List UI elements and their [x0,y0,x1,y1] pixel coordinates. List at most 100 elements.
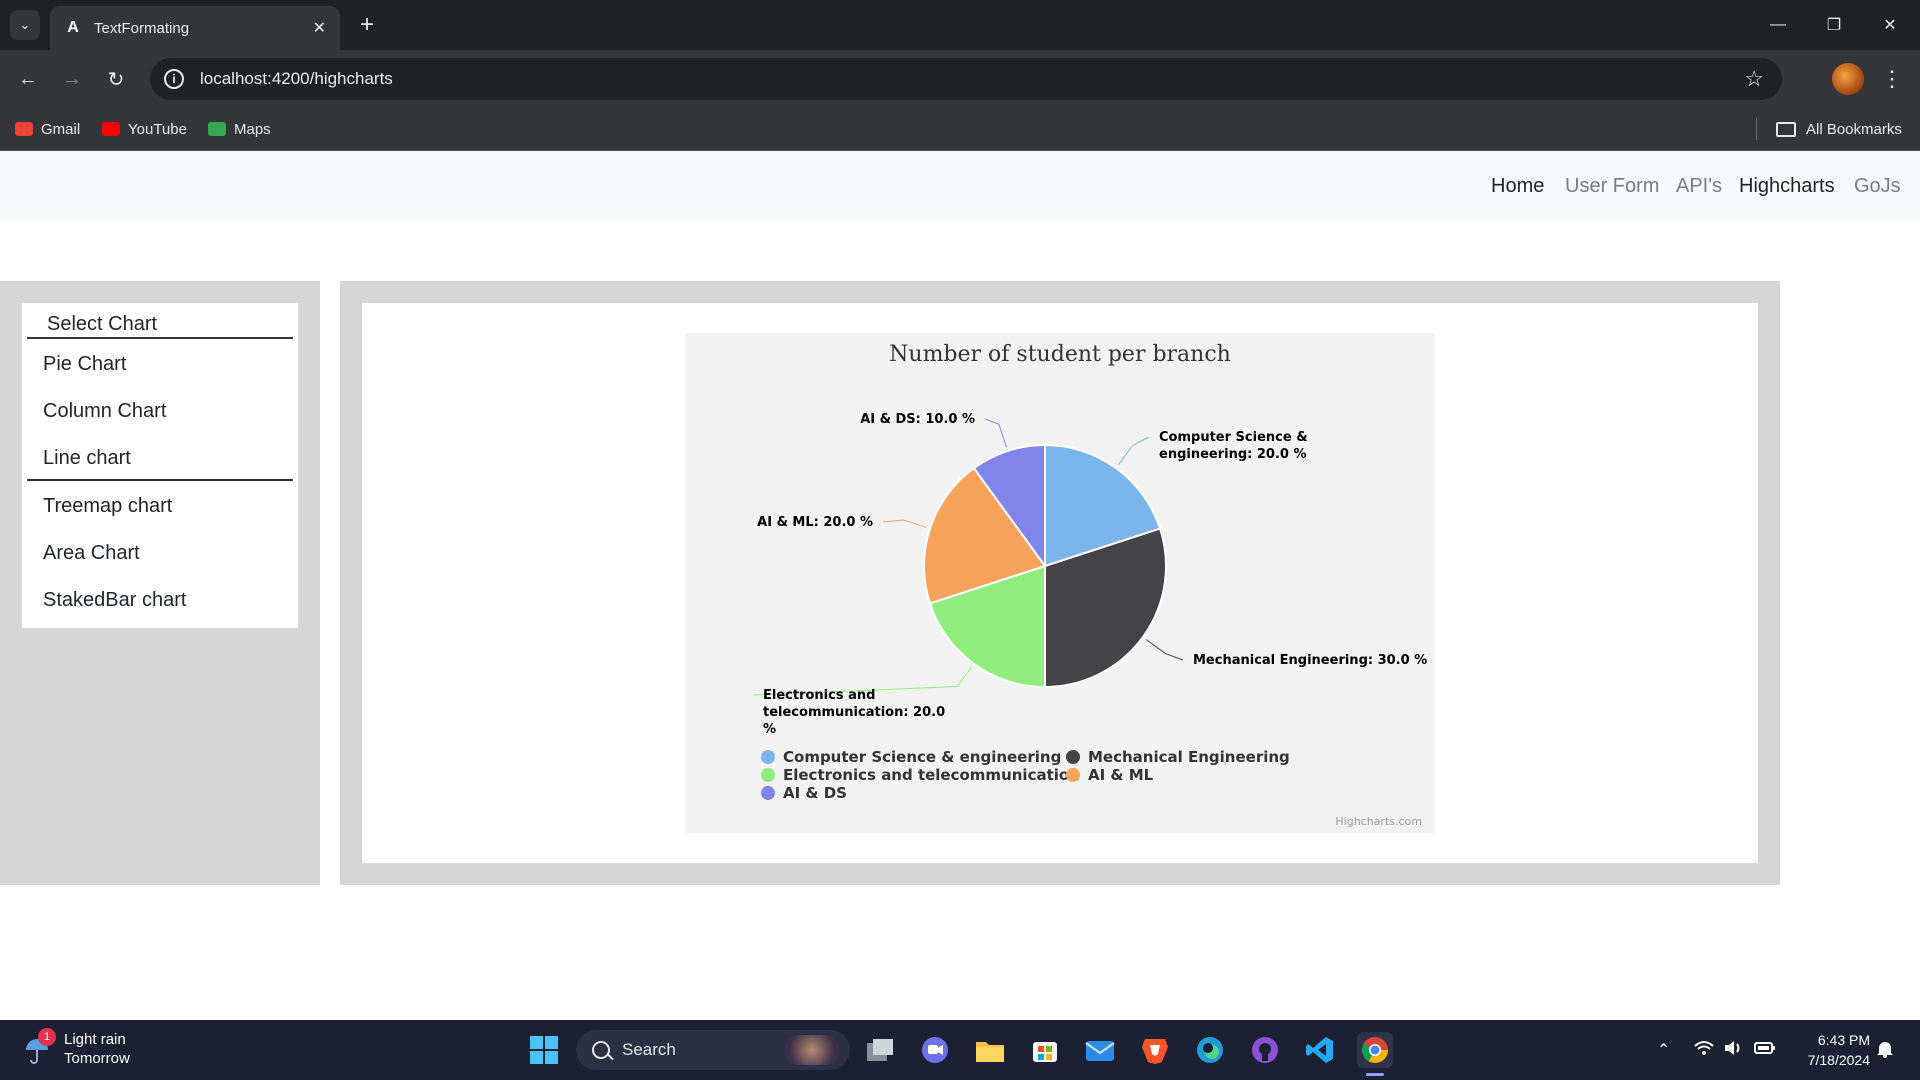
legend-marker-mechanical-engineering [1066,750,1080,764]
notifications-bell-icon[interactable] [1876,1040,1894,1063]
restore-window-icon[interactable]: ❐ [1814,8,1854,42]
weather-title: Light rain [64,1031,126,1048]
nav-link-apis[interactable]: API's [1676,175,1722,198]
data-label-connector [882,519,927,528]
windows-taskbar: 1 Light rain Tomorrow Search ⌃ 6:43 PM 7… [0,1020,1920,1080]
umbrella-icon: 1 [22,1028,56,1064]
browser-toolbar: ← → ↻ i localhost:4200/highcharts ☆ ⋮ [0,50,1920,108]
brave-browser-icon[interactable] [1137,1032,1173,1068]
maps-icon [208,122,226,136]
legend-item-ai-ds: AI & DS [783,784,847,802]
app-navbar: Home User Form API's Highcharts GoJs [0,151,1920,221]
menu-item-area-chart[interactable]: Area Chart [43,542,140,565]
search-label: Search [622,1040,676,1059]
data-label-electronics-and-telecommunication: Electronics and telecommunication: 20.0% [763,688,945,737]
nav-link-gojs[interactable]: GoJs [1854,175,1901,198]
profile-avatar[interactable] [1832,63,1864,95]
browser-tab[interactable]: A TextFormating ✕ [50,6,340,50]
bookmarks-divider [1756,118,1757,140]
url-text[interactable]: localhost:4200/highcharts [200,69,393,89]
nav-link-highcharts[interactable]: Highcharts [1739,175,1835,198]
battery-icon[interactable] [1754,1040,1776,1061]
nav-link-user-form[interactable]: User Form [1565,175,1659,198]
clock-time: 6:43 PM [1817,1032,1870,1048]
legend-item-ai-ml: AI & ML [1088,766,1154,784]
bookmark-label: YouTube [128,120,187,138]
all-bookmarks-button[interactable]: All Bookmarks [1776,118,1902,140]
bookmark-star-icon[interactable]: ☆ [1744,66,1764,92]
chart-selector-menu: Select Chart Pie Chart Column Chart Line… [22,303,298,628]
forward-icon[interactable]: → [56,63,88,95]
chevron-down-icon: ⌄ [19,17,31,32]
tab-search-button[interactable]: ⌄ [10,10,40,40]
bookmark-youtube[interactable]: YouTube [102,118,187,140]
legend-marker-electronics-and-telecommunication [761,768,775,782]
chart-title: Number of student per branch [889,342,1231,367]
github-desktop-icon[interactable] [1247,1032,1283,1068]
search-highlight-image [784,1035,840,1065]
nav-link-home[interactable]: Home [1491,175,1544,198]
volume-icon[interactable] [1724,1040,1744,1061]
bookmark-label: Gmail [41,120,81,138]
legend-marker-ai-ml [1066,768,1080,782]
data-label-mechanical-engineering: Mechanical Engineering: 30.0 % [1193,653,1427,668]
pie-chart-container: Number of student per branch Computer Sci… [685,333,1435,833]
chart-card: Number of student per branch Computer Sci… [362,303,1758,863]
address-bar[interactable]: i localhost:4200/highcharts ☆ [150,58,1782,100]
edge-browser-icon[interactable] [1192,1032,1228,1068]
tab-title: TextFormating [94,19,190,37]
system-clock[interactable]: 6:43 PM 7/18/2024 [1780,1030,1870,1070]
menu-item-pie-chart[interactable]: Pie Chart [43,353,126,376]
gmail-icon [15,122,33,136]
new-tab-button[interactable]: + [352,10,382,40]
pie-chart-svg: Number of student per branch Computer Sci… [752,342,1427,828]
site-info-icon[interactable]: i [164,69,184,89]
file-explorer-icon[interactable] [972,1032,1008,1068]
menu-divider [27,479,293,481]
minimize-window-icon[interactable]: — [1758,8,1798,42]
data-label-connector [984,418,1007,448]
microsoft-store-icon[interactable] [1027,1032,1063,1068]
back-icon[interactable]: ← [12,63,44,95]
data-label-computer-science-engineering: Computer Science & engineering: 20.0 % [1159,430,1308,462]
menu-divider [27,337,293,339]
browser-tab-strip: ⌄ A TextFormating ✕ + — ❐ ✕ [0,0,1920,50]
folder-icon [1776,121,1796,137]
legend-item-computer-science-engineering: Computer Science & engineering [783,748,1061,766]
data-label-connector [1145,639,1184,661]
chart-selector-panel: Select Chart Pie Chart Column Chart Line… [0,281,320,885]
clock-date: 7/18/2024 [1807,1052,1870,1068]
chart-credits: Highcharts.com [1335,815,1422,828]
youtube-icon [102,122,120,136]
mail-icon[interactable] [1082,1032,1118,1068]
chrome-icon[interactable] [1357,1032,1393,1068]
search-icon [592,1041,610,1059]
browser-menu-icon[interactable]: ⋮ [1880,63,1904,95]
legend-marker-computer-science-engineering [761,750,775,764]
menu-item-column-chart[interactable]: Column Chart [43,400,166,423]
bookmark-maps[interactable]: Maps [208,118,271,140]
chart-panel: Number of student per branch Computer Sci… [340,281,1780,885]
data-label-ai-ds: AI & DS: 10.0 % [860,412,975,427]
teams-chat-icon[interactable] [917,1032,953,1068]
weather-widget[interactable]: 1 Light rain Tomorrow [22,1028,130,1068]
menu-item-line-chart[interactable]: Line chart [43,447,131,470]
menu-item-stakedbar-chart[interactable]: StakedBar chart [43,589,186,612]
notification-badge: 1 [38,1028,56,1046]
legend-item-mechanical-engineering: Mechanical Engineering [1088,748,1290,766]
reload-icon[interactable]: ↻ [100,63,132,95]
close-tab-icon[interactable]: ✕ [313,18,326,38]
wifi-icon[interactable] [1694,1040,1714,1061]
all-bookmarks-label: All Bookmarks [1806,120,1902,138]
show-hidden-icons[interactable]: ⌃ [1657,1040,1670,1060]
close-window-icon[interactable]: ✕ [1870,8,1910,42]
start-icon[interactable] [526,1032,562,1068]
taskbar-search[interactable]: Search [576,1030,850,1070]
vscode-icon[interactable] [1302,1032,1338,1068]
bookmark-gmail[interactable]: Gmail [15,118,80,140]
data-label-connector [1118,436,1150,466]
active-app-indicator [1366,1073,1384,1076]
bookmarks-bar: Gmail YouTube Maps All Bookmarks [0,108,1920,151]
task-view-icon[interactable] [862,1032,898,1068]
menu-item-treemap-chart[interactable]: Treemap chart [43,495,172,518]
